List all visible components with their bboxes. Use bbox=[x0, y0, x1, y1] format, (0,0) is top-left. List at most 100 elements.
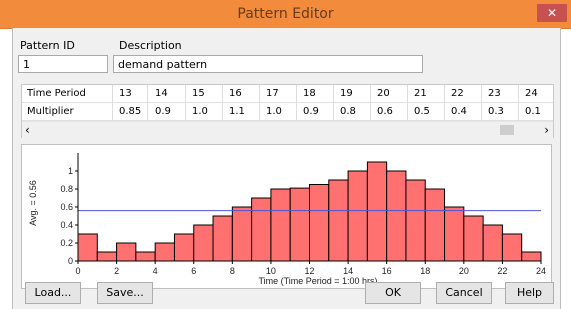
pattern-editor-window: Pattern Editor ✕ Pattern ID Description … bbox=[0, 0, 571, 309]
chart-bar bbox=[386, 170, 407, 262]
x-tick-label: 18 bbox=[420, 266, 430, 276]
time-period-cell[interactable]: 15 bbox=[192, 86, 205, 102]
time-period-cell[interactable]: 19 bbox=[340, 86, 353, 102]
multiplier-cell[interactable]: 1.0 bbox=[266, 104, 282, 120]
chart-svg: 0 2 4 6 8 10 12 14 16 18 20 22 2400.20.40.60.81 Avg.… bbox=[28, 153, 546, 286]
grid-col-divider bbox=[259, 85, 260, 121]
x-tick-label: 24 bbox=[536, 266, 546, 276]
time-period-cell[interactable]: 22 bbox=[451, 86, 464, 102]
grid-col-divider bbox=[444, 85, 445, 121]
x-tick-label: 12 bbox=[304, 266, 314, 276]
multiplier-cell[interactable]: 1.1 bbox=[229, 104, 245, 120]
ok-button[interactable]: OK bbox=[365, 282, 421, 304]
multiplier-cell[interactable]: 1.0 bbox=[192, 104, 208, 120]
scroll-left-icon[interactable]: ‹ bbox=[25, 122, 30, 138]
chart-bar bbox=[96, 251, 118, 262]
chart-bar bbox=[193, 224, 214, 262]
time-period-cell[interactable]: 21 bbox=[414, 86, 427, 102]
time-period-cell[interactable]: 24 bbox=[525, 86, 538, 102]
chart-bar bbox=[366, 161, 388, 262]
window-title: Pattern Editor bbox=[237, 6, 334, 22]
chart-bar bbox=[444, 206, 465, 262]
scroll-right-icon[interactable]: › bbox=[544, 122, 549, 138]
pattern-chart: 0 2 4 6 8 10 12 14 16 18 20 22 24 0 0.2 0.4 0.6 0.8 1 Avg.… bbox=[21, 144, 552, 289]
x-tick-label: 0 bbox=[75, 266, 80, 276]
multiplier-header: Multiplier bbox=[27, 106, 74, 117]
multiplier-cell[interactable]: 0.6 bbox=[377, 104, 393, 120]
grid-col-divider bbox=[147, 85, 148, 121]
x-tick-label: 20 bbox=[459, 266, 469, 276]
chart-bar bbox=[309, 184, 330, 262]
chart-bar bbox=[463, 215, 484, 262]
multiplier-cell[interactable]: 0.1 bbox=[525, 104, 541, 120]
multiplier-cell[interactable]: 0.9 bbox=[303, 104, 319, 120]
chart-bar bbox=[289, 187, 311, 262]
chart-xlabel: Time (Time Period = 1:00 hrs) bbox=[258, 276, 377, 286]
chart-bar bbox=[424, 188, 446, 262]
x-tick-label: 14 bbox=[343, 266, 353, 276]
grid-col-divider bbox=[407, 85, 408, 121]
load-button[interactable]: Load... bbox=[25, 282, 81, 304]
cancel-button[interactable]: Cancel bbox=[436, 282, 492, 304]
chart-bar bbox=[173, 233, 195, 262]
y-tick-label: 1 bbox=[68, 166, 73, 176]
multiplier-cell[interactable]: 0.5 bbox=[414, 104, 430, 120]
scroll-thumb[interactable] bbox=[500, 125, 514, 135]
chart-ylabel: Avg. = 0.56 bbox=[28, 180, 38, 226]
grid-col-divider bbox=[185, 85, 186, 121]
y-tick-label: 0.6 bbox=[60, 202, 73, 212]
chart-bar bbox=[270, 188, 291, 262]
chart-bar bbox=[212, 215, 233, 262]
chart-bar bbox=[347, 170, 368, 262]
multiplier-cell[interactable]: 0.3 bbox=[488, 104, 504, 120]
dialog-body: Pattern ID Description 1 demand pattern … bbox=[12, 28, 561, 309]
chart-bar bbox=[77, 233, 98, 262]
multiplier-cell[interactable]: 0.85 bbox=[119, 104, 141, 120]
grid-col-divider bbox=[112, 85, 113, 121]
time-period-cell[interactable]: 18 bbox=[303, 86, 316, 102]
pattern-grid[interactable]: Time Period Multiplier 13 14 15 16 17 18… bbox=[21, 84, 554, 138]
chart-bar bbox=[521, 251, 542, 262]
chart-bar bbox=[116, 242, 137, 262]
chart-bar bbox=[405, 179, 426, 262]
x-tick-label: 6 bbox=[191, 266, 196, 276]
grid-col-divider bbox=[481, 85, 482, 121]
grid-col-divider bbox=[370, 85, 371, 121]
x-tick-label: 8 bbox=[230, 266, 235, 276]
x-tick-label: 22 bbox=[497, 266, 507, 276]
multiplier-cell[interactable]: 0.9 bbox=[155, 104, 171, 120]
chart-bar bbox=[328, 179, 349, 262]
multiplier-cell[interactable]: 0.4 bbox=[451, 104, 467, 120]
help-button[interactable]: Help bbox=[505, 282, 554, 304]
time-period-header: Time Period bbox=[27, 88, 86, 99]
title-bar: Pattern Editor ✕ bbox=[0, 0, 571, 29]
y-tick-label: 0.4 bbox=[60, 220, 73, 230]
chart-bar bbox=[231, 206, 253, 262]
grid-col-divider bbox=[222, 85, 223, 121]
close-button[interactable]: ✕ bbox=[537, 4, 567, 22]
grid-col-divider bbox=[333, 85, 334, 121]
chart-bar bbox=[251, 197, 272, 262]
chart-bar bbox=[482, 224, 503, 262]
pattern-id-label: Pattern ID bbox=[20, 39, 75, 52]
time-period-cell[interactable]: 13 bbox=[119, 86, 132, 102]
save-button[interactable]: Save... bbox=[97, 282, 153, 304]
chart-bar bbox=[135, 251, 156, 262]
pattern-id-field[interactable]: 1 bbox=[18, 55, 108, 73]
time-period-cell[interactable]: 17 bbox=[266, 86, 279, 102]
grid-horizontal-scrollbar[interactable]: ‹ › bbox=[22, 121, 553, 138]
time-period-cell[interactable]: 23 bbox=[488, 86, 501, 102]
description-label: Description bbox=[119, 39, 182, 52]
grid-col-divider bbox=[296, 85, 297, 121]
multiplier-cell[interactable]: 0.8 bbox=[340, 104, 356, 120]
description-field[interactable]: demand pattern bbox=[113, 55, 423, 73]
x-tick-label: 10 bbox=[266, 266, 276, 276]
grid-row-divider bbox=[22, 102, 553, 103]
x-tick-label: 16 bbox=[382, 266, 392, 276]
time-period-cell[interactable]: 16 bbox=[229, 86, 242, 102]
time-period-cell[interactable]: 14 bbox=[155, 86, 168, 102]
y-tick-label: 0.8 bbox=[60, 184, 73, 194]
chart-bar bbox=[154, 242, 175, 262]
time-period-cell[interactable]: 20 bbox=[377, 86, 390, 102]
x-tick-label: 4 bbox=[153, 266, 158, 276]
